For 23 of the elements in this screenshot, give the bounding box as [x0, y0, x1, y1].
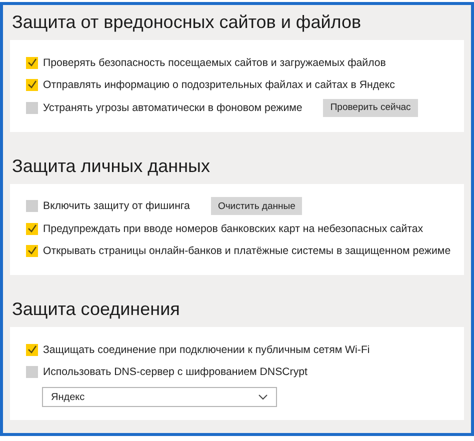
checkbox[interactable]: [26, 102, 38, 114]
checkbox[interactable]: [26, 56, 38, 69]
checkbox[interactable]: [26, 79, 38, 92]
chevron-down-icon: [258, 394, 268, 400]
checkbox[interactable]: [26, 344, 38, 356]
checkbox-label: Включить защиту от фишинга: [43, 200, 190, 212]
section-heading: Защита личных данных: [12, 156, 210, 176]
checkbox[interactable]: [26, 366, 38, 378]
section-heading: Защита соединения: [12, 299, 180, 320]
checkbox-label: Открывать страницы онлайн-банков и платёжные системы в защищенном режиме: [43, 245, 451, 258]
action-button[interactable]: Проверить сейчас: [323, 98, 418, 117]
checkbox-label: Проверять безопасность посещаемых сайтов и загружаемых файлов: [43, 56, 386, 69]
dropdown[interactable]: Яндекс: [42, 387, 277, 407]
checkbox-label: Предупреждать при вводе номеров банковских карт на небезопасных сайтах: [43, 222, 424, 235]
checkbox-label: Отправлять информацию о подозрительных файлах и сайтах в Яндекс: [43, 79, 395, 92]
checkbox-label: Использовать DNS-сервер с шифрованием DNSCrypt: [43, 366, 308, 378]
checkbox-label: Устранять угрозы автоматически в фоновом режиме: [43, 102, 302, 114]
checkbox-label: Защищать соединение при подключении к публичным сетям Wi-Fi: [43, 344, 370, 356]
checkbox[interactable]: [26, 245, 38, 258]
action-button[interactable]: Очистить данные: [210, 197, 302, 216]
checkbox[interactable]: [26, 222, 38, 235]
checkbox[interactable]: [26, 200, 38, 212]
section-heading: Защита от вредоносных сайтов и файлов: [12, 12, 362, 33]
